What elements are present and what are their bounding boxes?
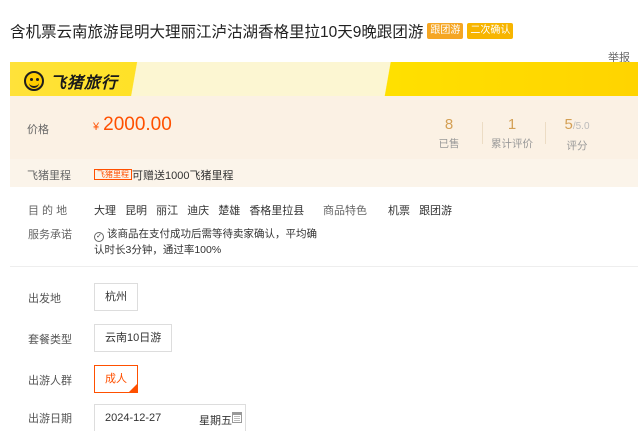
sold-count: 8 — [444, 116, 454, 133]
departure-option[interactable]: 杭州 — [94, 283, 138, 311]
service-description: 该商品在支付成功后需等待卖家确认，平均确认时长3分钟，通过率100% — [94, 228, 317, 256]
price-amount: 2000.00 — [103, 114, 172, 135]
brand-banner: 飞猪旅行 — [10, 62, 638, 96]
feature-item: 机票 — [388, 205, 410, 217]
rating-max: /5.0 — [572, 121, 590, 132]
feature-label: 商品特色 — [323, 205, 367, 217]
traveler-label: 出游人群 — [28, 375, 72, 387]
title-row: 含机票云南旅游昆明大理丽江泸沽湖香格里拉10天9晚跟团游 跟团游 二次确认 — [10, 20, 514, 42]
service-text: ✓ 该商品在支付成功后需等待卖家确认，平均确认时长3分钟，通过率100% — [94, 226, 324, 258]
date-label: 出游日期 — [28, 413, 72, 425]
miles-label: 飞猪里程 — [27, 170, 71, 182]
miles-badge: 飞猪里程 — [94, 169, 132, 180]
price-label: 价格 — [27, 124, 49, 136]
fliggy-logo-icon — [24, 71, 44, 91]
section-divider — [10, 266, 638, 267]
destination-list: 大理 昆明 丽江 迪庆 楚雄 香格里拉县 — [94, 202, 310, 218]
review-count: 1 — [507, 116, 517, 133]
package-label: 套餐类型 — [28, 334, 72, 346]
date-picker[interactable]: 2024-12-27 星期五 — [94, 404, 246, 431]
package-option[interactable]: 云南10日游 — [94, 324, 173, 352]
feature-list: 机票 跟团游 — [388, 202, 458, 218]
feature-item: 跟团游 — [419, 205, 453, 217]
sold-label: 已售 — [438, 138, 460, 150]
destination-item: 大理 — [94, 205, 116, 217]
brand-name: 飞猪旅行 — [50, 75, 119, 92]
weekday-value: 星期五 — [199, 415, 232, 427]
product-title: 含机票云南旅游昆明大理丽江泸沽湖香格里拉10天9晚跟团游 — [10, 24, 424, 41]
destination-item: 楚雄 — [218, 205, 241, 217]
review-count-stat[interactable]: 1 累计评价 — [482, 116, 542, 151]
calendar-icon[interactable] — [232, 412, 242, 423]
service-label: 服务承诺 — [28, 229, 72, 241]
brand-logo[interactable]: 飞猪旅行 — [24, 69, 118, 93]
rating-value: 5 — [564, 116, 573, 133]
price-value: ¥2000.00 — [93, 114, 172, 136]
destination-item: 香格里拉县 — [249, 205, 305, 217]
group-tour-tag: 跟团游 — [427, 23, 464, 39]
destination-item: 丽江 — [156, 205, 179, 217]
destination-label: 目 的 地 — [28, 205, 68, 217]
confirm-tag: 二次确认 — [467, 23, 514, 39]
date-value: 2024-12-27 — [105, 412, 162, 424]
sold-count-stat: 8 已售 — [419, 116, 479, 151]
rating-label: 评分 — [566, 140, 588, 152]
miles-text: 可赠送1000飞猪里程 — [132, 170, 234, 182]
price-panel: 价格 ¥2000.00 8 已售 1 累计评价 5/5.0 评分 — [10, 96, 638, 159]
traveler-option-adult[interactable]: 成人 — [94, 365, 138, 393]
stat-divider — [545, 122, 546, 144]
destination-item: 迪庆 — [187, 205, 210, 217]
currency-symbol: ¥ — [93, 121, 100, 133]
miles-row: 飞猪里程 飞猪里程 可赠送1000飞猪里程 — [10, 159, 638, 187]
check-icon: ✓ — [94, 232, 104, 242]
rating-stat: 5/5.0 评分 — [547, 116, 607, 153]
departure-label: 出发地 — [28, 293, 61, 305]
destination-item: 昆明 — [125, 205, 148, 217]
review-label: 累计评价 — [491, 138, 533, 150]
